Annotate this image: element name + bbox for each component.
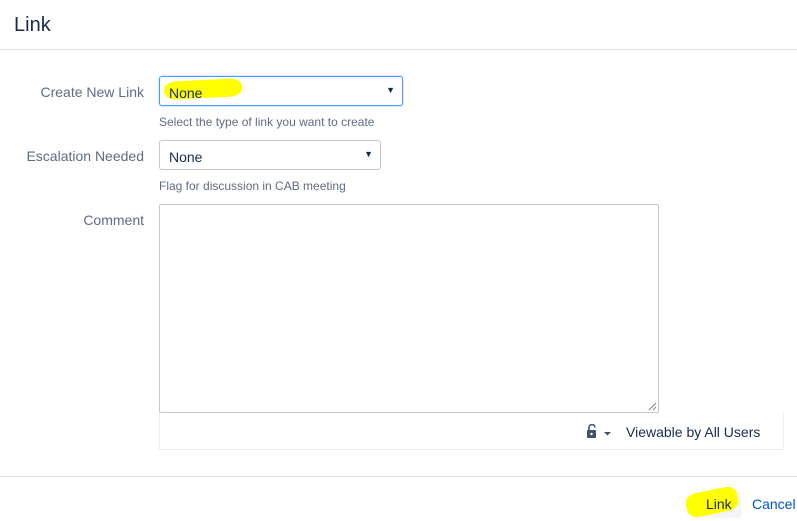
unlock-icon <box>587 424 611 438</box>
escalation-needed-help: Flag for discussion in CAB meeting <box>159 179 346 193</box>
resize-handle-icon[interactable] <box>648 402 657 411</box>
chevron-down-icon: ▼ <box>386 85 395 95</box>
footer-divider <box>0 476 797 477</box>
visibility-dropdown[interactable]: Viewable by All Users <box>585 422 760 442</box>
escalation-needed-value: None <box>169 149 203 165</box>
comment-label: Comment <box>83 212 144 228</box>
comment-textarea[interactable] <box>159 204 659 413</box>
cancel-button[interactable]: Cancel <box>752 496 796 512</box>
escalation-needed-label: Escalation Needed <box>26 148 144 164</box>
create-new-link-help: Select the type of link you want to crea… <box>159 115 375 129</box>
escalation-needed-select[interactable]: None ▼ <box>159 140 381 170</box>
chevron-down-icon: ▼ <box>364 149 373 159</box>
visibility-label: Viewable by All Users <box>626 424 761 440</box>
dialog-header: Link <box>0 0 797 50</box>
create-new-link-select[interactable]: None ▼ <box>159 76 403 106</box>
create-new-link-label: Create New Link <box>40 84 145 100</box>
link-button-label[interactable]: Link <box>706 496 732 512</box>
link-dialog: Link Create New Link None ▼ Select the t… <box>0 0 797 521</box>
dialog-title: Link <box>14 14 51 36</box>
create-new-link-value: None <box>169 85 203 101</box>
